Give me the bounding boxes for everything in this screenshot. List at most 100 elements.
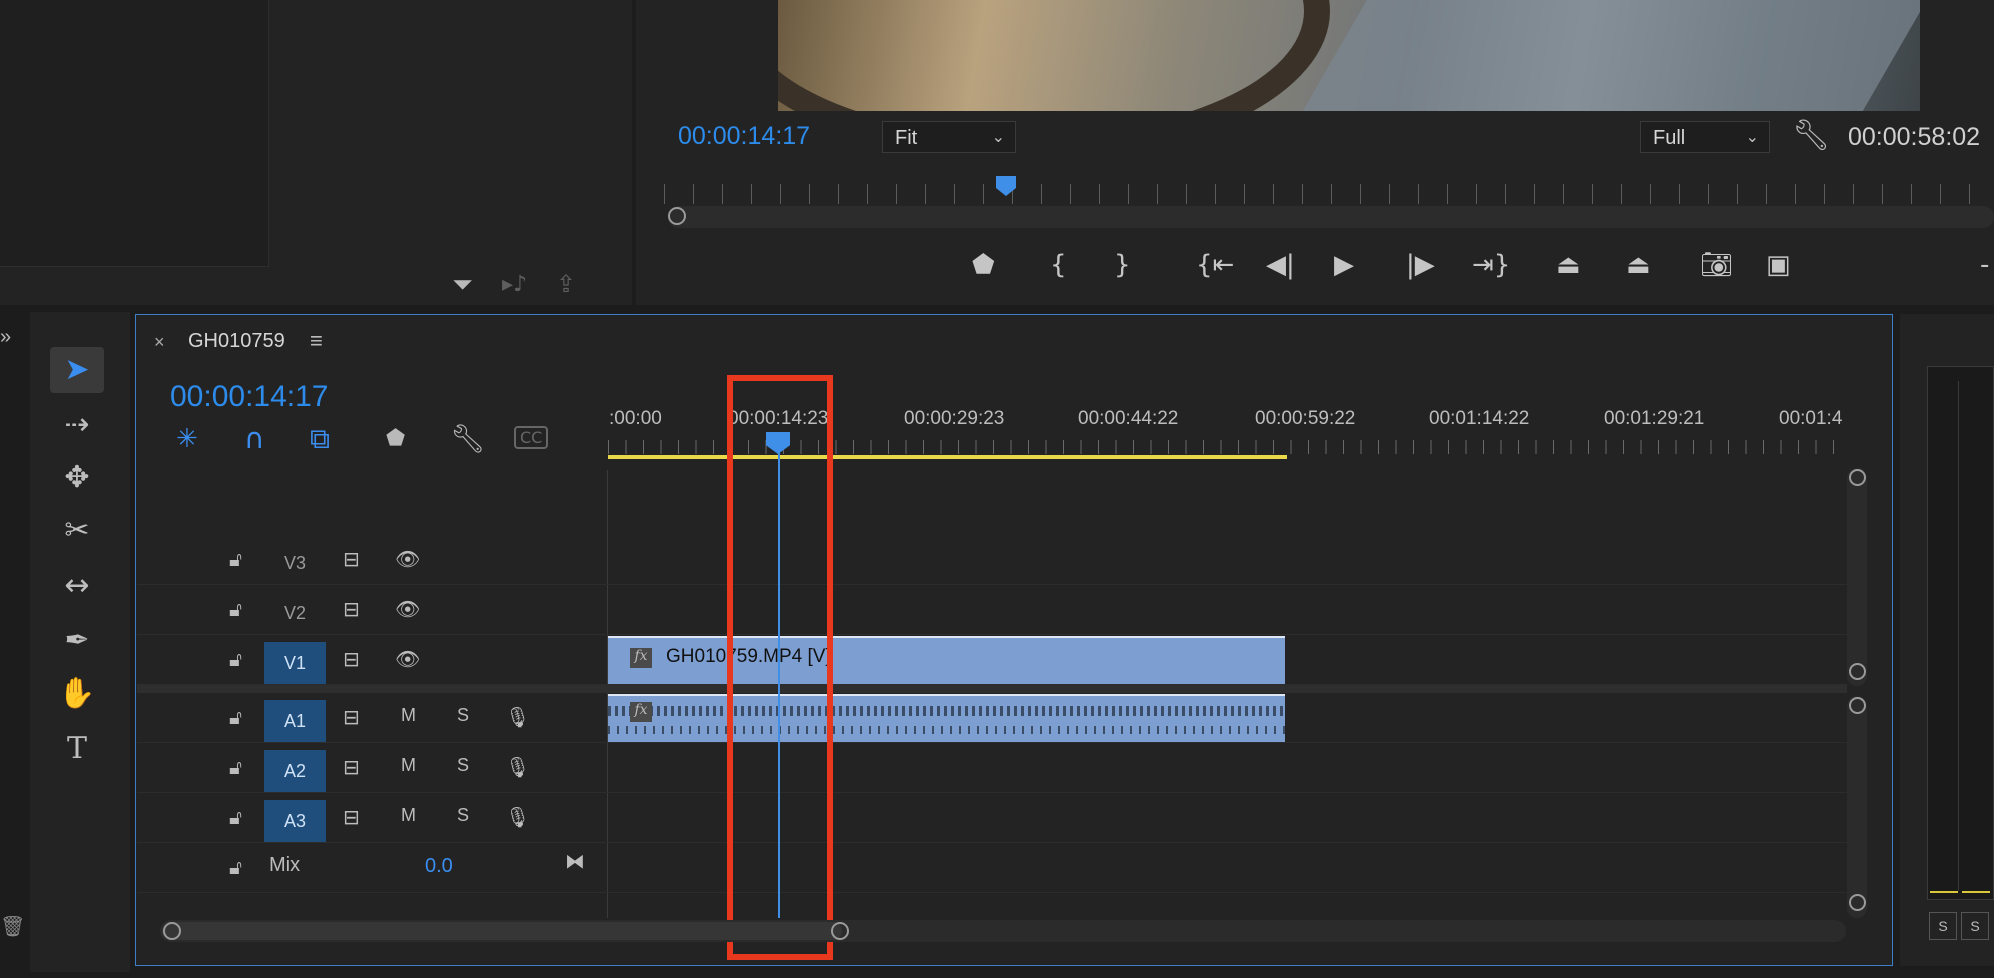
mark-out-button[interactable]: } — [1114, 250, 1131, 280]
microphone-icon[interactable]: 🎙︎ — [505, 755, 530, 779]
fit-dropdown[interactable]: Fit ⌄ — [882, 121, 1016, 153]
mute-button[interactable]: M — [401, 705, 416, 726]
filter-icon[interactable]: ⏷ — [452, 270, 473, 301]
eye-icon[interactable]: 👁︎ — [395, 547, 420, 571]
microphone-icon[interactable]: 🎙︎ — [505, 805, 530, 829]
scroll-handle[interactable] — [831, 922, 849, 940]
insert-audio-icon[interactable]: ▸♪ — [502, 272, 527, 297]
scroll-handle[interactable] — [1849, 663, 1866, 680]
trash-icon[interactable]: 🗑︎ — [0, 914, 25, 939]
snap-magnet-icon[interactable]: ∩ — [244, 422, 265, 455]
compare-view-button[interactable]: ▣ — [1766, 250, 1791, 280]
lock-icon[interactable]: 🔓︎ — [229, 755, 242, 779]
mark-in-button[interactable]: { — [1050, 250, 1067, 280]
tab-menu-icon[interactable]: ≡ — [310, 328, 323, 354]
track-name-a1[interactable]: A1 — [264, 700, 326, 742]
export-icon[interactable]: ⇪ — [556, 270, 576, 298]
lock-icon[interactable]: 🔓︎ — [229, 647, 242, 671]
solo-button[interactable]: S — [457, 705, 469, 726]
more-button[interactable]: - — [1980, 250, 1989, 280]
step-forward-button[interactable]: |▶ — [1406, 250, 1435, 280]
captions-icon[interactable]: CC — [514, 426, 549, 449]
lift-button[interactable]: ⏏ — [1556, 250, 1581, 280]
track-header-v1: 🔓︎ V1 ⊟ 👁︎ — [137, 635, 607, 685]
eye-icon[interactable]: 👁︎ — [395, 647, 420, 671]
microphone-icon[interactable]: 🎙︎ — [505, 705, 530, 729]
program-scrollbar[interactable] — [668, 206, 1994, 228]
ripple-edit-tool[interactable]: ✥ — [50, 455, 104, 501]
video-vertical-scrollbar[interactable] — [1847, 468, 1867, 686]
type-tool[interactable]: T — [50, 726, 104, 772]
hand-tool[interactable]: ✋ — [50, 671, 104, 717]
close-tab-icon[interactable]: × — [154, 332, 165, 353]
solo-right-button[interactable]: S — [1961, 912, 1989, 940]
lock-icon[interactable]: 🔓︎ — [229, 855, 242, 879]
track-name-v3[interactable]: V3 — [264, 542, 326, 584]
track-name-v1[interactable]: V1 — [264, 642, 326, 684]
selection-tool[interactable]: ➤ — [50, 347, 104, 393]
add-marker-icon[interactable]: ⬟ — [386, 426, 405, 451]
sequence-tab-title[interactable]: GH010759 — [188, 330, 285, 353]
sync-lock-icon[interactable]: ⊟ — [343, 805, 360, 829]
solo-button[interactable]: S — [457, 805, 469, 826]
ruler-label: 00:00:29:23 — [904, 408, 1005, 429]
linked-selection-icon[interactable]: ⧉ — [310, 422, 330, 456]
track-header-a3: 🔓︎ A3 ⊟ M S 🎙︎ — [137, 793, 607, 843]
mute-button[interactable]: M — [401, 755, 416, 776]
quality-dropdown[interactable]: Full ⌄ — [1640, 121, 1770, 153]
sync-lock-icon[interactable]: ⊟ — [343, 547, 360, 571]
program-scroll-handle[interactable] — [668, 207, 686, 225]
pan-icon[interactable]: ⧓ — [565, 849, 585, 873]
video-audio-divider[interactable] — [137, 685, 1847, 693]
nest-toggle-icon[interactable]: ✳ — [176, 424, 198, 454]
track-name-a3[interactable]: A3 — [264, 800, 326, 842]
lock-icon[interactable]: 🔓︎ — [229, 805, 242, 829]
track-select-tool[interactable]: ⇢ — [50, 402, 104, 448]
sync-lock-icon[interactable]: ⊟ — [343, 705, 360, 729]
export-frame-button[interactable]: 📷︎ — [1700, 250, 1733, 280]
lock-icon[interactable]: 🔓︎ — [229, 597, 242, 621]
work-area-bar[interactable] — [608, 455, 1287, 459]
add-marker-button[interactable]: ⬟ — [972, 250, 995, 280]
program-timecode[interactable]: 00:00:14:17 — [678, 122, 810, 151]
razor-tool[interactable]: ✂ — [50, 508, 104, 554]
scroll-handle[interactable] — [163, 922, 181, 940]
track-name-v2[interactable]: V2 — [264, 592, 326, 634]
eye-icon[interactable]: 👁︎ — [395, 597, 420, 621]
ruler-label: 00:00:59:22 — [1255, 408, 1356, 429]
audio-vertical-scrollbar[interactable] — [1847, 696, 1867, 918]
wrench-icon[interactable]: 🔧︎ — [1792, 118, 1830, 153]
go-to-out-button[interactable]: ⇥} — [1472, 250, 1510, 280]
program-ruler[interactable] — [664, 184, 1994, 204]
audio-meter — [1927, 366, 1994, 900]
audio-clip[interactable]: fx — [608, 694, 1285, 742]
mute-button[interactable]: M — [401, 805, 416, 826]
mix-value[interactable]: 0.0 — [425, 855, 453, 878]
timeline-scroll-thumb[interactable] — [162, 922, 842, 940]
lock-icon[interactable]: 🔓︎ — [229, 547, 242, 571]
sync-lock-icon[interactable]: ⊟ — [343, 647, 360, 671]
timeline-timecode[interactable]: 00:00:14:17 — [170, 380, 328, 414]
solo-button[interactable]: S — [457, 755, 469, 776]
track-name-a2[interactable]: A2 — [264, 750, 326, 792]
track-header-a2: 🔓︎ A2 ⊟ M S 🎙︎ — [137, 743, 607, 793]
solo-left-button[interactable]: S — [1929, 912, 1957, 940]
sync-lock-icon[interactable]: ⊟ — [343, 597, 360, 621]
go-to-in-button[interactable]: {⇤ — [1196, 250, 1234, 280]
step-back-button[interactable]: ◀| — [1266, 250, 1295, 280]
fx-badge: fx — [630, 702, 652, 722]
ruler-label: :00:00 — [609, 408, 662, 429]
scroll-handle[interactable] — [1849, 697, 1866, 714]
play-button[interactable]: ▶ — [1334, 250, 1354, 280]
video-clip[interactable]: fx GH010759.MP4 [V] — [608, 636, 1285, 684]
scroll-handle[interactable] — [1849, 894, 1866, 911]
lock-icon[interactable]: 🔓︎ — [229, 705, 242, 729]
sync-lock-icon[interactable]: ⊟ — [343, 755, 360, 779]
track-header-v3: 🔓︎ V3 ⊟ 👁︎ — [137, 535, 607, 585]
timeline-settings-icon[interactable]: 🔧︎ — [450, 422, 486, 455]
extract-button[interactable]: ⏏ — [1626, 250, 1651, 280]
expand-panels-icon[interactable]: » — [0, 326, 11, 349]
slip-tool[interactable]: ↔ — [50, 563, 104, 609]
scroll-handle[interactable] — [1849, 469, 1866, 486]
pen-tool[interactable]: ✒ — [50, 618, 104, 664]
